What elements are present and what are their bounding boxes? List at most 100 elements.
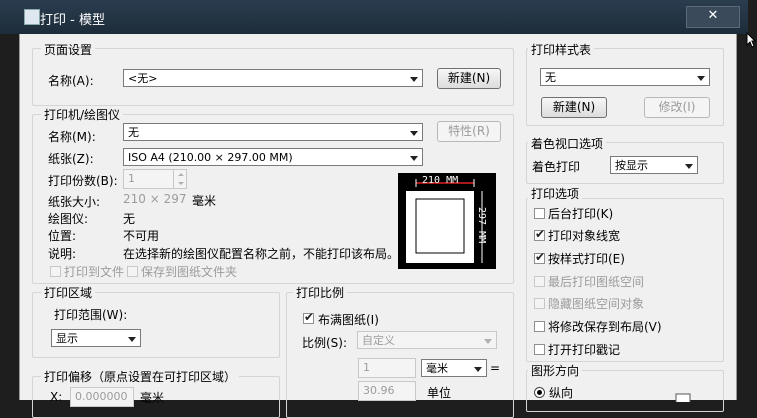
plot-lineweights-checkbox[interactable]: ✔ bbox=[534, 227, 546, 241]
checkmark-icon: ✔ bbox=[535, 227, 546, 241]
plot-style-edit-button[interactable]: 修改(I) bbox=[644, 97, 710, 118]
plot-stamp-checkbox[interactable] bbox=[534, 344, 545, 355]
portrait-page-icon bbox=[675, 393, 691, 402]
save-changes-to-layout-checkbox[interactable] bbox=[534, 321, 545, 332]
fit-to-paper-checkbox[interactable]: ✔ bbox=[303, 310, 315, 324]
portrait-radio[interactable] bbox=[534, 387, 545, 398]
orientation-title: 图形方向 bbox=[528, 362, 583, 379]
save-changes-checkbox[interactable] bbox=[127, 266, 138, 277]
page-setup-name-value: <无> bbox=[128, 72, 158, 85]
printer-name-label: 名称(M): bbox=[48, 130, 96, 144]
background-plot-label: 后台打印(K) bbox=[548, 207, 614, 221]
printer-title: 打印机/绘图仪 bbox=[41, 106, 124, 123]
hide-paperspace-objects-checkbox[interactable] bbox=[534, 298, 545, 309]
title-bar: 打印 - 模型 ✕ bbox=[0, 0, 748, 34]
page-setup-name-label: 名称(A): bbox=[48, 74, 94, 88]
shade-plot-label: 着色打印 bbox=[532, 160, 581, 174]
copies-value: 1 bbox=[128, 172, 135, 185]
chevron-down-icon bbox=[474, 367, 482, 372]
save-changes-label: 保存到图纸文件夹 bbox=[141, 265, 238, 279]
plotter-value: 无 bbox=[123, 212, 136, 226]
offset-x-unit: 毫米 bbox=[140, 391, 165, 405]
plot-style-title: 打印样式表 bbox=[528, 41, 595, 58]
plot-area-group bbox=[32, 292, 280, 358]
scale-label: 比例(S): bbox=[302, 336, 348, 350]
print-to-file-label: 打印到文件 bbox=[64, 265, 125, 279]
plot-with-styles-checkbox[interactable]: ✔ bbox=[534, 250, 546, 264]
plot-offset-title: 打印偏移（原点设置在可打印区域） bbox=[41, 368, 240, 385]
copies-label: 打印份数(B): bbox=[48, 174, 118, 188]
stepper-arrows-icon bbox=[178, 173, 184, 185]
paper-size-label: 纸张大小: bbox=[48, 195, 101, 209]
printer-properties-button[interactable]: 特性(R) bbox=[437, 121, 501, 142]
plot-paperspace-last-checkbox[interactable] bbox=[534, 276, 545, 287]
scale-equals: = bbox=[490, 361, 501, 375]
hide-paperspace-objects-label: 隐藏图纸空间对象 bbox=[548, 297, 645, 311]
checkmark-icon: ✔ bbox=[304, 310, 315, 324]
printer-name-select[interactable]: 无 bbox=[123, 123, 423, 141]
scale-unit-select[interactable]: 毫米 bbox=[421, 359, 487, 377]
page-setup-name-select[interactable]: <无> bbox=[123, 69, 423, 87]
scale-unit-value: 毫米 bbox=[426, 362, 448, 375]
offset-x-input[interactable]: 0.000000 bbox=[70, 387, 134, 407]
copies-stepper-arrows[interactable] bbox=[173, 169, 188, 189]
location-label: 位置: bbox=[48, 229, 77, 243]
description-value: 在选择新的绘图仪配置名称之前，不能打印该布局。 bbox=[123, 247, 400, 261]
chevron-down-icon bbox=[410, 156, 418, 161]
fit-to-paper-label: 布满图纸(I) bbox=[318, 313, 379, 327]
preview-width-label: 210 MM bbox=[422, 175, 459, 186]
plot-paperspace-last-label: 最后打印图纸空间 bbox=[548, 275, 645, 289]
checkmark-icon: ✔ bbox=[535, 250, 546, 264]
close-button[interactable]: ✕ bbox=[686, 6, 740, 28]
paper-label: 纸张(Z): bbox=[48, 152, 94, 166]
page-setup-title: 页面设置 bbox=[41, 41, 96, 58]
plot-range-value: 显示 bbox=[56, 332, 78, 345]
offset-x-value: 0.000000 bbox=[75, 390, 128, 403]
shade-plot-select[interactable]: 按显示 bbox=[610, 156, 698, 174]
page-setup-add-button[interactable]: 新建(N) bbox=[437, 68, 501, 89]
chevron-down-icon bbox=[697, 76, 705, 81]
chevron-down-icon bbox=[128, 337, 136, 342]
plot-options-title: 打印选项 bbox=[528, 185, 583, 202]
chevron-down-icon bbox=[410, 131, 418, 136]
description-label: 说明: bbox=[48, 247, 77, 261]
save-changes-to-layout-label: 将修改保存到布局(V) bbox=[548, 320, 662, 334]
window-title: 打印 - 模型 bbox=[40, 13, 105, 28]
shaded-viewport-title: 着色视口选项 bbox=[528, 135, 607, 152]
plot-style-value: 无 bbox=[545, 71, 556, 84]
print-to-file-checkbox[interactable] bbox=[50, 266, 61, 277]
plot-style-select[interactable]: 无 bbox=[540, 68, 710, 86]
offset-x-label: X: bbox=[50, 390, 63, 404]
location-value: 不可用 bbox=[123, 229, 160, 243]
shade-plot-value: 按显示 bbox=[615, 159, 648, 172]
scale-denominator-unit: 单位 bbox=[427, 386, 452, 400]
scale-numerator-value: 1 bbox=[363, 361, 370, 374]
background-plot-checkbox[interactable] bbox=[534, 208, 545, 219]
plot-lineweights-label: 打印对象线宽 bbox=[548, 229, 621, 243]
paper-size-unit: 毫米 bbox=[192, 194, 217, 208]
chevron-down-icon bbox=[484, 339, 492, 344]
mouse-cursor-icon bbox=[746, 32, 756, 48]
plot-style-new-button[interactable]: 新建(N) bbox=[541, 97, 607, 118]
scale-select[interactable]: 自定义 bbox=[357, 331, 497, 349]
plot-stamp-label: 打开打印戳记 bbox=[548, 343, 621, 357]
scale-numerator-input[interactable]: 1 bbox=[358, 358, 416, 378]
scale-denominator-input[interactable]: 30.96 bbox=[358, 381, 416, 401]
plot-range-label: 打印范围(W): bbox=[54, 308, 128, 322]
plot-range-select[interactable]: 显示 bbox=[51, 329, 141, 347]
paper-preview: 210 MM 297 MM bbox=[398, 173, 496, 269]
chevron-down-icon bbox=[685, 164, 693, 169]
preview-height-label: 297 MM bbox=[476, 207, 487, 244]
paper-size-value: 210 × 297 bbox=[123, 192, 187, 206]
paper-select[interactable]: ISO A4 (210.00 × 297.00 MM) bbox=[123, 148, 423, 166]
plot-area-title: 打印区域 bbox=[41, 284, 96, 301]
plot-scale-title: 打印比例 bbox=[293, 284, 348, 301]
plotter-label: 绘图仪: bbox=[48, 212, 89, 226]
radio-dot-icon bbox=[537, 390, 542, 395]
scale-denominator-value: 30.96 bbox=[363, 384, 395, 397]
printer-name-value: 无 bbox=[128, 126, 139, 139]
portrait-label: 纵向 bbox=[549, 386, 574, 400]
print-dialog: 页面设置 名称(A): <无> 新建(N) 打印机/绘图仪 名称(M): 无 特… bbox=[19, 34, 737, 418]
plot-with-styles-label: 按样式打印(E) bbox=[548, 252, 625, 266]
scale-value: 自定义 bbox=[362, 334, 395, 347]
